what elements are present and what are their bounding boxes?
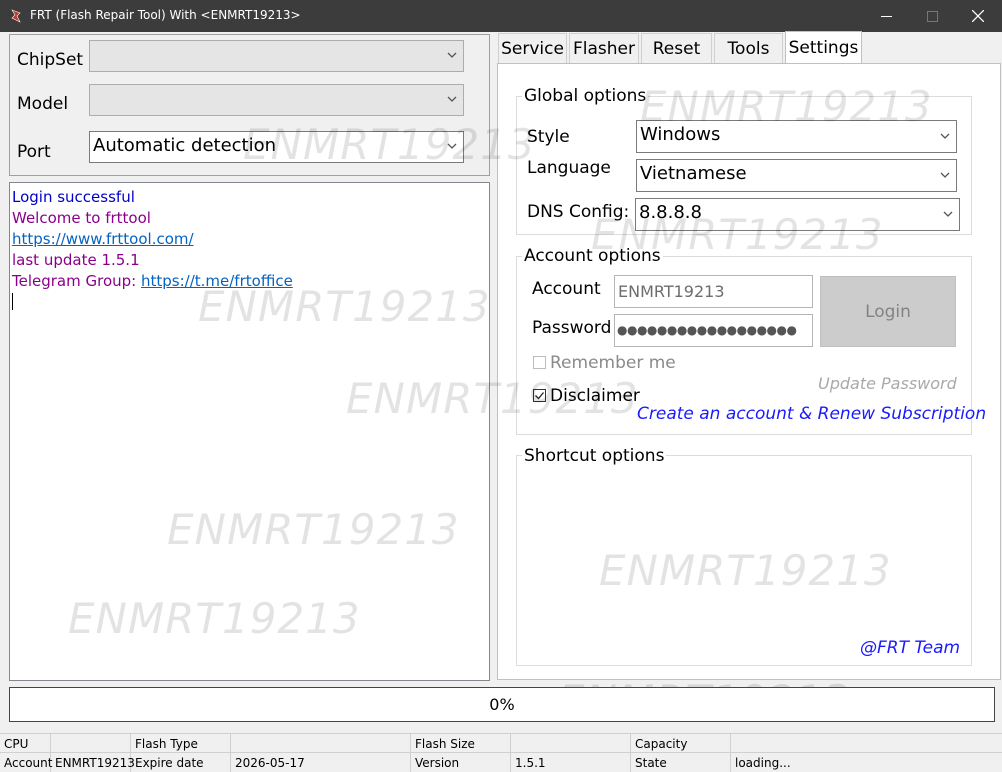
password-label: Password — [532, 318, 612, 338]
checkmark-icon — [535, 392, 544, 400]
disclaimer-checkbox[interactable] — [533, 389, 546, 402]
dns-value: 8.8.8.8 — [639, 202, 702, 223]
status-flash-type-value — [231, 734, 411, 753]
chevron-down-icon — [940, 172, 950, 178]
maximize-icon — [926, 10, 938, 22]
model-label: Model — [17, 94, 69, 114]
status-flash-type-label: Flash Type — [131, 734, 231, 753]
progress-label: 0% — [489, 695, 515, 714]
update-password-link[interactable]: Update Password — [818, 374, 957, 393]
minimize-icon — [880, 15, 892, 17]
disclaimer-label: Disclaimer — [550, 386, 640, 406]
close-icon — [972, 10, 984, 22]
window-title: FRT (Flash Repair Tool) With <ENMRT19213… — [30, 8, 301, 22]
password-mask: ●●●●●●●●●●●●●●●●●● — [617, 323, 797, 337]
log-line-telegram: Telegram Group: https://t.me/frtoffice — [12, 272, 293, 290]
password-input[interactable]: ●●●●●●●●●●●●●●●●●● — [614, 314, 813, 347]
tab-tools[interactable]: Tools — [714, 33, 783, 63]
log-link-telegram[interactable]: https://t.me/frtoffice — [141, 272, 293, 290]
chevron-down-icon — [943, 211, 953, 217]
frt-team-link[interactable]: @FRT Team — [860, 638, 960, 658]
create-account-link[interactable]: Create an account & Renew Subscription — [637, 404, 986, 424]
tab-settings[interactable]: Settings — [785, 31, 862, 64]
account-input[interactable]: ENMRT19213 — [614, 275, 813, 308]
status-cpu-value — [51, 734, 131, 753]
app-icon — [9, 8, 23, 23]
account-options-title: Account options — [522, 246, 663, 266]
style-select[interactable]: Windows — [636, 120, 957, 153]
language-select[interactable]: Vietnamese — [636, 159, 957, 192]
status-expire-label: Expire date — [131, 753, 231, 772]
close-button[interactable] — [955, 0, 1001, 32]
status-state-label: State — [631, 753, 731, 772]
port-label: Port — [17, 142, 51, 162]
progress-bar: 0% — [9, 687, 995, 722]
status-account-value: ENMRT19213 — [51, 753, 135, 772]
port-value: Automatic detection — [93, 135, 277, 156]
minimize-button[interactable] — [863, 0, 909, 32]
tab-service[interactable]: Service — [498, 33, 567, 63]
log-line: last update 1.5.1 — [12, 251, 140, 269]
chevron-down-icon — [447, 143, 457, 149]
style-value: Windows — [640, 124, 721, 145]
chevron-down-icon — [447, 96, 457, 102]
status-capacity-value — [731, 734, 1002, 753]
text-cursor — [12, 293, 13, 310]
port-select[interactable]: Automatic detection — [89, 131, 464, 163]
status-state-value: loading... — [735, 755, 791, 770]
log-textarea[interactable]: Login successful Welcome to frttool http… — [9, 182, 490, 681]
status-account-label: Account — [0, 753, 52, 772]
chevron-down-icon — [447, 52, 457, 58]
remember-me-label: Remember me — [550, 353, 676, 373]
chipset-label: ChipSet — [17, 50, 84, 70]
account-label: Account — [532, 279, 601, 299]
status-flash-size-value — [511, 734, 631, 753]
login-button[interactable]: Login — [820, 276, 956, 347]
language-label: Language — [527, 158, 611, 178]
maximize-button[interactable] — [909, 0, 955, 32]
tab-reset[interactable]: Reset — [641, 33, 712, 63]
status-version-label: Version — [411, 753, 511, 772]
status-expire-value: 2026-05-17 — [231, 753, 411, 772]
title-bar[interactable]: FRT (Flash Repair Tool) With <ENMRT19213… — [0, 0, 1002, 32]
status-version-value: 1.5.1 — [511, 753, 631, 772]
remember-me-checkbox[interactable] — [533, 356, 546, 369]
log-link-website[interactable]: https://www.frttool.com/ — [12, 230, 194, 248]
status-cpu-label: CPU — [0, 734, 51, 753]
account-value: ENMRT19213 — [618, 282, 725, 301]
style-label: Style — [527, 127, 570, 147]
chevron-down-icon — [940, 133, 950, 139]
global-options-title: Global options — [522, 86, 649, 106]
dns-label: DNS Config: — [527, 202, 630, 222]
shortcut-options-title: Shortcut options — [522, 446, 667, 466]
shortcut-options-group — [516, 455, 972, 666]
status-capacity-label: Capacity — [631, 734, 731, 753]
tab-flasher[interactable]: Flasher — [569, 33, 639, 63]
dns-select[interactable]: 8.8.8.8 — [635, 198, 960, 231]
status-flash-size-label: Flash Size — [411, 734, 511, 753]
model-select[interactable] — [89, 84, 464, 116]
log-telegram-prefix: Telegram Group: — [12, 272, 141, 290]
chipset-select[interactable] — [89, 40, 464, 72]
log-line: Login successful — [12, 188, 135, 206]
language-value: Vietnamese — [640, 163, 747, 184]
log-line: Welcome to frttool — [12, 209, 151, 227]
